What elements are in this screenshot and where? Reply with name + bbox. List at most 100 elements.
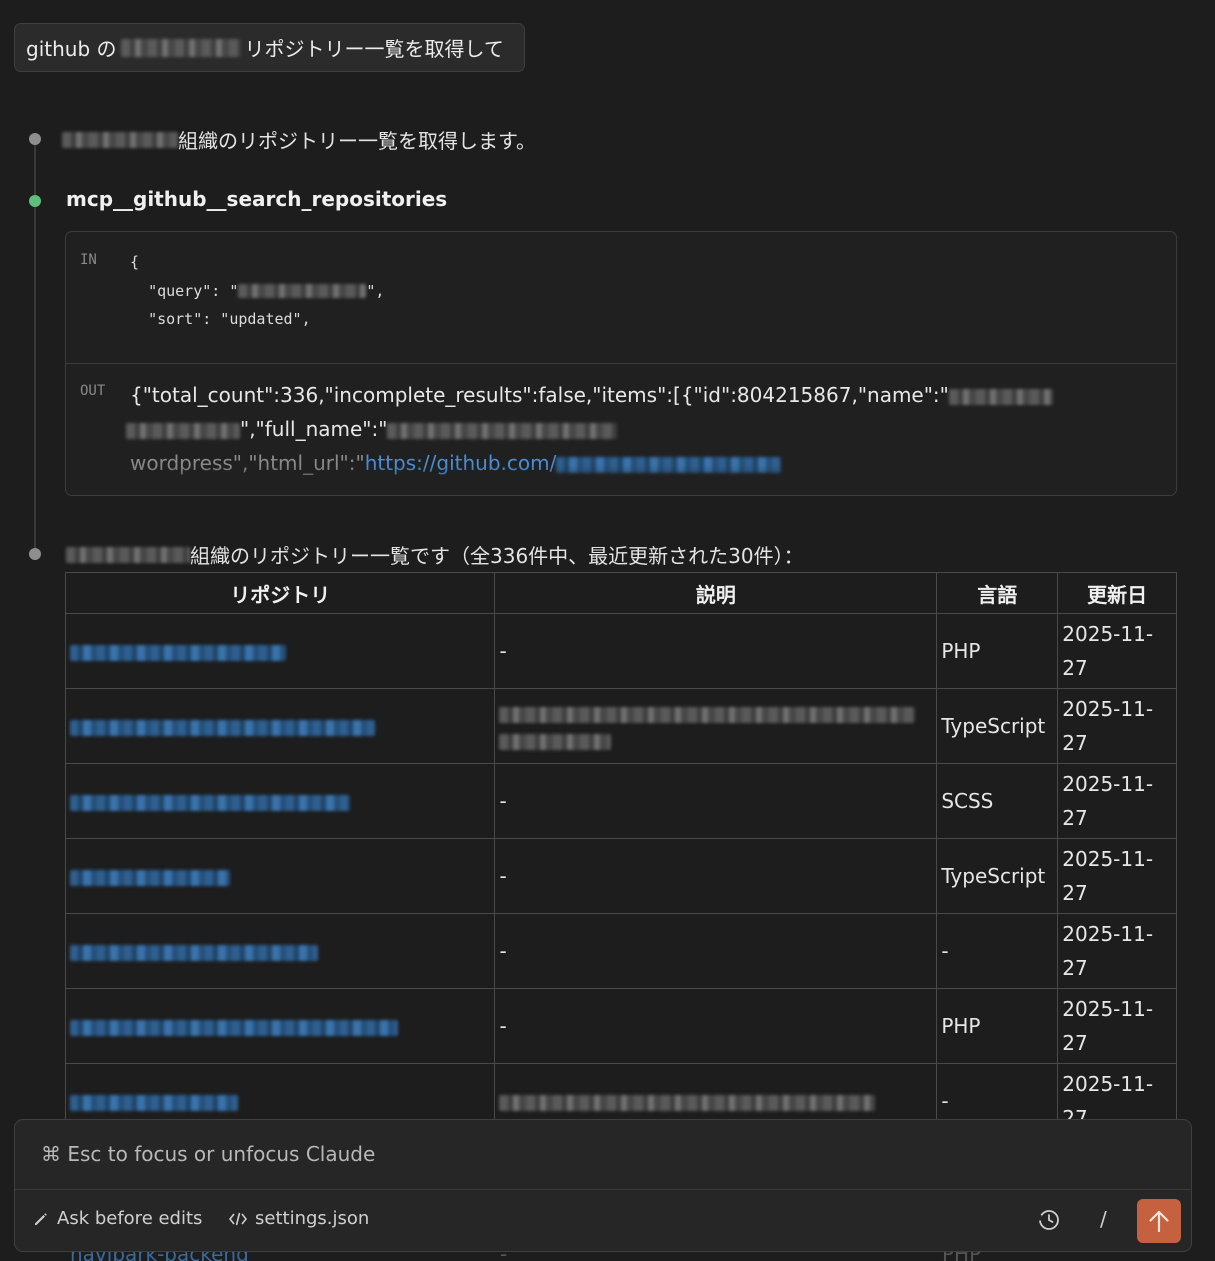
tool-status-dot	[29, 195, 41, 207]
redacted-full-name	[387, 422, 618, 439]
table-row: - TypeScript 2025-11- 27	[64, 838, 1177, 914]
repo-link[interactable]	[64, 838, 496, 914]
redacted-org-name	[120, 38, 241, 57]
repo-description: -	[494, 613, 938, 689]
repo-description	[494, 688, 938, 764]
repo-description: -	[494, 763, 938, 839]
mode-label: Ask before edits	[57, 1208, 203, 1229]
redacted-repo-name[interactable]	[70, 794, 350, 811]
repo-language: -	[936, 913, 1059, 989]
date-line1: 2025-11-	[1062, 997, 1154, 1021]
user-message-suffix: リポジトリー一覧を取得して	[244, 37, 504, 61]
repo-updated: 2025-11- 27	[1057, 838, 1177, 914]
repo-updated: 2025-11- 27	[1057, 988, 1177, 1064]
repo-description: -	[494, 988, 938, 1064]
redacted-description	[499, 734, 612, 751]
redacted-name	[126, 422, 240, 439]
chat-input[interactable]: ⌘ Esc to focus or unfocus Claude	[41, 1142, 375, 1166]
in-query-end: ",	[366, 281, 385, 300]
repo-link[interactable]	[64, 613, 496, 689]
arrow-up-icon	[1149, 1210, 1169, 1233]
tool-name[interactable]: mcp__github__search_repositories	[66, 187, 447, 211]
date-line2: 27	[1062, 731, 1088, 755]
clock-icon	[1038, 1210, 1059, 1230]
peek-repo-link[interactable]: navipark-backend	[70, 1252, 249, 1261]
date-line1: 2025-11-	[1062, 922, 1154, 946]
step-dot	[29, 133, 41, 145]
intro-text: 組織のリポジトリー一覧を取得します。	[178, 129, 536, 153]
settings-file-button[interactable]: settings.json	[229, 1208, 369, 1229]
redacted-repo-name[interactable]	[70, 1094, 238, 1111]
repo-updated: 2025-11- 27	[1057, 613, 1177, 689]
code-icon	[229, 1212, 247, 1225]
date-line1: 2025-11-	[1062, 847, 1154, 871]
redacted-description	[499, 1094, 876, 1111]
table-row: - SCSS 2025-11- 27	[64, 763, 1177, 839]
date-line2: 27	[1062, 881, 1088, 905]
repo-language: PHP	[936, 613, 1059, 689]
peek-language: PHP	[942, 1252, 981, 1261]
table-row: - PHP 2025-11- 27	[64, 613, 1177, 689]
repo-link[interactable]	[64, 913, 496, 989]
repo-updated: 2025-11- 27	[1057, 913, 1177, 989]
repo-updated: 2025-11- 27	[1057, 688, 1177, 764]
repo-language: PHP	[936, 988, 1059, 1064]
user-message-bubble: github の リポジトリー一覧を取得して	[14, 23, 525, 72]
redacted-repo-name[interactable]	[70, 644, 286, 661]
output-fade	[66, 465, 1176, 495]
tool-input-code: { "query": " ", "sort": "updated",	[130, 248, 384, 334]
repositories-table: リポジトリ 説明 言語 更新日 - PHP 2025-11- 27 TypeScr…	[64, 572, 1177, 1139]
tool-io-box: IN { "query": " ", "sort": "updated", OUT…	[65, 231, 1177, 496]
input-divider	[15, 1189, 1191, 1190]
send-button[interactable]	[1137, 1199, 1181, 1243]
step-dot	[29, 548, 41, 560]
repo-link[interactable]	[64, 988, 496, 1064]
in-label: IN	[80, 252, 97, 268]
repo-link[interactable]	[64, 688, 496, 764]
scrolled-content-peek: navipark-backend - PHP	[0, 1252, 1215, 1261]
header-updated: 更新日	[1057, 572, 1177, 614]
redacted-org-name	[62, 131, 178, 148]
history-button[interactable]	[1037, 1208, 1061, 1236]
table-row: - PHP 2025-11- 27	[64, 988, 1177, 1064]
ask-before-edits-button[interactable]: Ask before edits	[33, 1208, 202, 1229]
out-label: OUT	[80, 383, 106, 399]
peek-description: -	[500, 1252, 507, 1261]
io-divider	[66, 363, 1176, 364]
file-label: settings.json	[255, 1208, 370, 1229]
out-line2: ","full_name":"	[240, 417, 388, 441]
date-line2: 27	[1062, 956, 1088, 980]
redacted-repo-name[interactable]	[70, 719, 375, 736]
header-description: 説明	[494, 572, 938, 614]
repo-updated: 2025-11- 27	[1057, 763, 1177, 839]
repo-language: TypeScript	[936, 838, 1059, 914]
header-repository: リポジトリ	[64, 572, 496, 614]
redacted-query	[238, 284, 367, 298]
redacted-description	[499, 707, 916, 724]
summary-step: 組織のリポジトリー一覧です（全336件中、最近更新された30件）：	[66, 540, 804, 569]
header-language: 言語	[936, 572, 1059, 614]
repo-description: -	[494, 838, 938, 914]
repo-link[interactable]	[64, 763, 496, 839]
repo-language: TypeScript	[936, 688, 1059, 764]
pencil-icon	[35, 1212, 47, 1225]
redacted-repo-name[interactable]	[70, 1019, 398, 1036]
date-line1: 2025-11-	[1062, 622, 1154, 646]
user-message-prefix: github の	[26, 37, 117, 61]
in-query-key: "query": "	[148, 281, 239, 300]
date-line2: 27	[1062, 806, 1088, 830]
out-line1: {"total_count":336,"incomplete_results":…	[130, 383, 949, 407]
redacted-repo-name[interactable]	[70, 869, 230, 886]
date-line1: 2025-11-	[1062, 772, 1154, 796]
date-line1: 2025-11-	[1062, 697, 1154, 721]
repo-language: SCSS	[936, 763, 1059, 839]
date-line2: 27	[1062, 1031, 1088, 1055]
redacted-name	[948, 388, 1053, 405]
repo-description: -	[494, 913, 938, 989]
redacted-repo-name[interactable]	[70, 944, 318, 961]
slash-command-button[interactable]: /	[1100, 1207, 1107, 1231]
in-sort: "sort": "updated",	[148, 310, 311, 328]
table-row: - - 2025-11- 27	[64, 913, 1177, 989]
redacted-org-name	[66, 546, 190, 563]
table-header-row: リポジトリ 説明 言語 更新日	[64, 572, 1177, 614]
